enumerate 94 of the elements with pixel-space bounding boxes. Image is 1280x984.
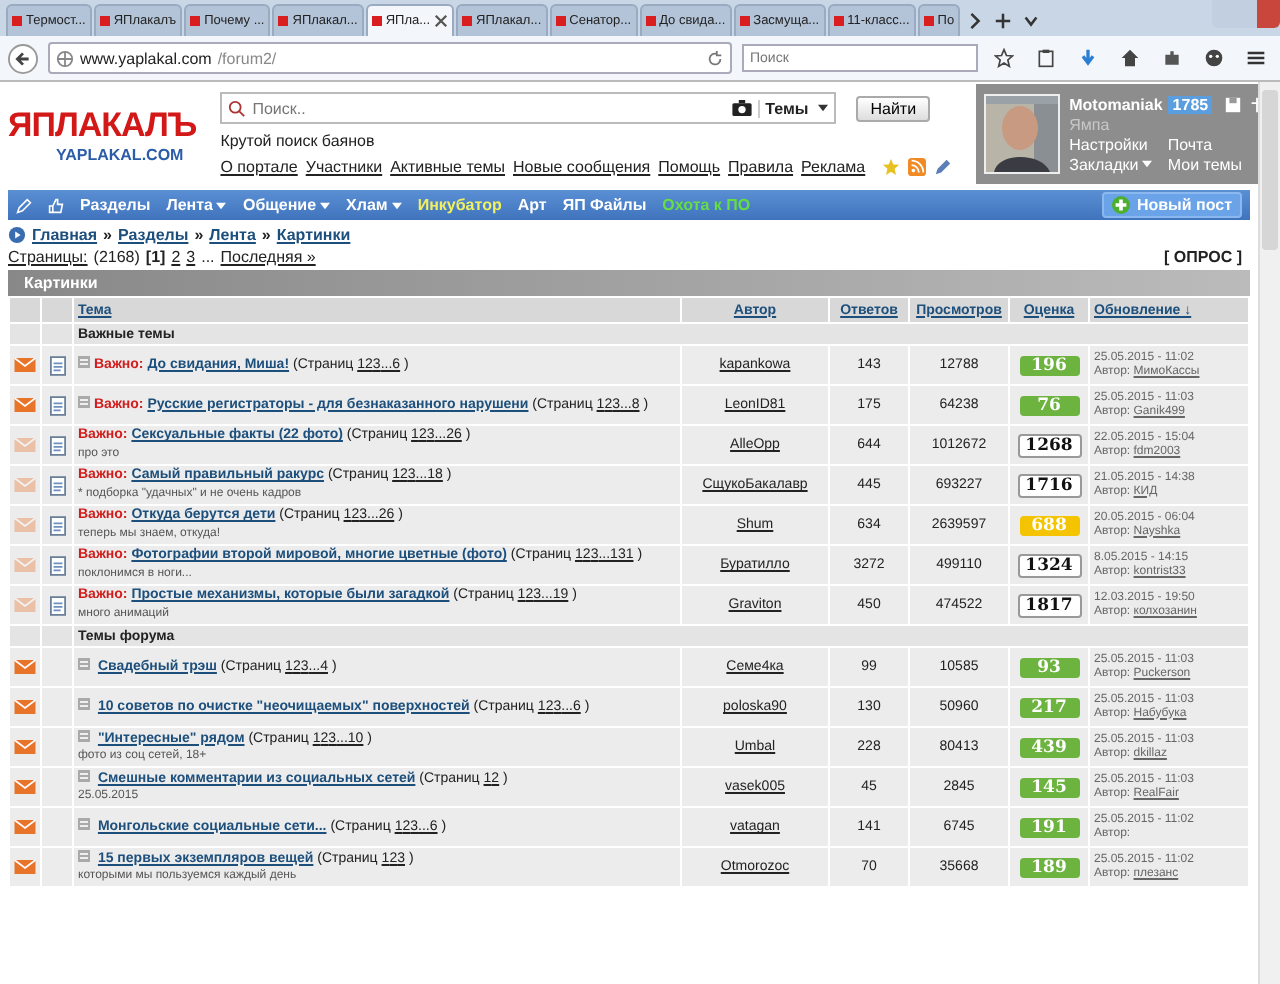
breadcrumb-link[interactable]: Лента [209, 226, 256, 244]
envelope-icon[interactable] [14, 358, 36, 372]
rating-badge: 688 [1019, 515, 1079, 535]
search-icon [228, 99, 247, 117]
clipboard-icon[interactable] [1036, 48, 1056, 68]
header-link[interactable]: Реклама [801, 158, 866, 176]
rating-badge: 196 [1019, 355, 1079, 375]
nav-link[interactable]: ЯП Файлы [562, 196, 647, 214]
header-link[interactable]: Активные темы [390, 158, 505, 176]
page-link[interactable]: 3 [186, 248, 196, 266]
rating-badge: 76 [1019, 395, 1079, 415]
site-icon [739, 16, 750, 26]
site-icon [99, 16, 110, 26]
rating-badge: 1324 [1017, 553, 1081, 577]
header-link[interactable]: Новые сообщения [513, 158, 651, 176]
site-icon [190, 16, 201, 26]
scope-dropdown[interactable]: Темы [757, 99, 829, 117]
edit-icon[interactable] [16, 197, 32, 213]
globe-icon [56, 49, 74, 67]
breadcrumb-separator: » [103, 226, 112, 244]
address-field[interactable]: www.yaplakal.com /forum2/ [48, 42, 732, 74]
rating-badge: 191 [1019, 817, 1079, 837]
ellipsis: ... [201, 248, 215, 266]
rating-badge: 217 [1019, 697, 1079, 717]
plus-icon[interactable] [994, 12, 1013, 30]
menu-icon[interactable] [1246, 48, 1266, 68]
breadcrumb-link[interactable]: Картинки [276, 226, 351, 244]
poll-link[interactable]: [ ОПРОС ] [1164, 248, 1242, 266]
rating-badge: 1716 [1017, 473, 1081, 497]
rating-badge: 189 [1019, 857, 1079, 877]
envelope-icon[interactable] [14, 660, 36, 674]
site-icon [833, 16, 844, 26]
site-logo-caption: YAPLAKAL.COM [56, 145, 184, 163]
site-icon [645, 16, 656, 26]
back-icon[interactable] [8, 43, 38, 73]
envelope-icon[interactable] [14, 860, 36, 874]
tagline: Крутой поиск баянов [220, 132, 377, 150]
site-icon [555, 16, 566, 26]
rating-badge: 145 [1019, 777, 1079, 797]
chevron-down-icon[interactable] [1022, 12, 1041, 30]
site-icon [462, 16, 473, 26]
site-logo[interactable]: ЯПЛАКАЛЪ [8, 105, 197, 145]
rating-badge: 1268 [1017, 433, 1081, 457]
nav-link[interactable]: Общение [242, 196, 331, 214]
header-link[interactable]: Участники [305, 158, 383, 176]
nav-link[interactable]: Лента [166, 196, 227, 214]
pencil-icon[interactable] [933, 158, 952, 176]
current-page: [1] [145, 248, 166, 266]
plus-icon [1112, 196, 1131, 214]
header-link[interactable]: О портале [220, 158, 298, 176]
envelope-icon[interactable] [14, 398, 36, 412]
nav-link[interactable]: Хлам [346, 196, 402, 214]
window-controls[interactable] [1212, 0, 1280, 28]
site-icon [12, 16, 22, 26]
karma-count: 1785 [1168, 95, 1213, 113]
save-icon[interactable] [1224, 95, 1243, 113]
star-icon[interactable] [881, 158, 900, 176]
rating-badge: 439 [1019, 737, 1079, 757]
header-link[interactable]: Помощь [658, 158, 721, 176]
breadcrumb-link[interactable]: Разделы [118, 226, 189, 244]
envelope-icon[interactable] [14, 700, 36, 714]
rating-badge: 93 [1019, 657, 1079, 677]
star-icon[interactable] [994, 48, 1014, 68]
chevron-right-icon[interactable] [966, 12, 985, 30]
find-button[interactable]: Найти [856, 95, 931, 121]
camera-icon[interactable] [731, 100, 752, 116]
header-link[interactable]: Правила [728, 158, 794, 176]
search-field[interactable]: Поиск.. Темы [220, 92, 837, 124]
scrollbar[interactable] [1258, 82, 1280, 984]
site-icon [278, 16, 289, 26]
envelope-icon[interactable] [14, 820, 36, 834]
last-page-link[interactable]: Последняя » [220, 248, 316, 266]
download-icon[interactable] [1078, 48, 1098, 68]
rss-icon[interactable] [907, 158, 926, 176]
breadcrumb-link[interactable]: Главная [32, 226, 98, 244]
rating-badge: 1817 [1017, 593, 1081, 617]
site-icon [923, 16, 934, 26]
breadcrumb-separator: » [261, 226, 271, 244]
envelope-icon[interactable] [14, 780, 36, 794]
reload-icon[interactable] [706, 49, 724, 67]
thumbs-up-icon[interactable] [48, 197, 64, 213]
forum-title-bar: Картинки [8, 270, 1250, 296]
breadcrumb-separator: » [194, 226, 204, 244]
caret-icon [818, 104, 829, 112]
envelope-icon[interactable] [14, 740, 36, 754]
page-count: (2168) [93, 248, 140, 266]
site-icon [371, 16, 382, 26]
close-icon[interactable] [434, 14, 449, 28]
pages-link[interactable]: Страницы: [8, 248, 88, 266]
page-link[interactable]: 2 [171, 248, 181, 266]
nav-link[interactable]: Арт [517, 196, 547, 214]
nav-link[interactable]: Разделы [80, 196, 151, 214]
smiley-icon[interactable] [1204, 48, 1224, 68]
user-rank: Ямпа [1069, 115, 1112, 133]
